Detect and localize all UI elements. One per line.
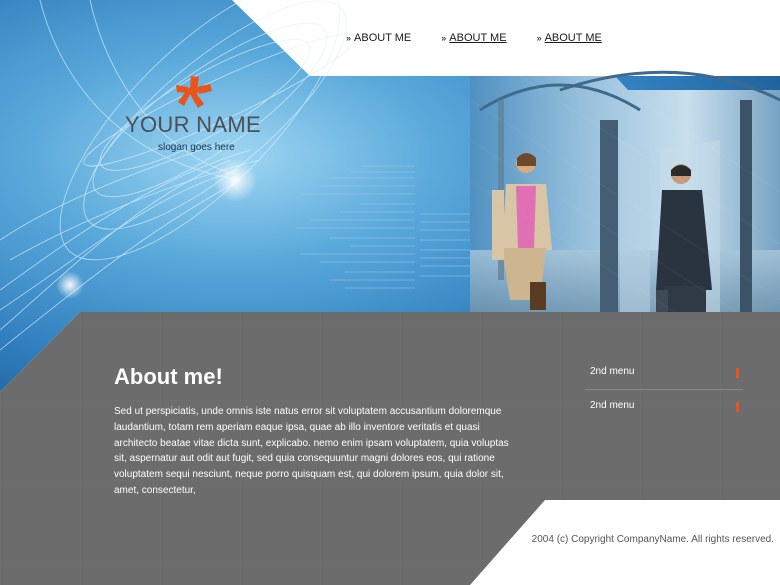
double-chevron-icon: » — [346, 33, 351, 43]
nav-link-about-me[interactable]: » ABOUT ME — [441, 31, 506, 45]
submenu-item[interactable]: 2nd menu — [585, 393, 743, 426]
page-title: About me! — [114, 364, 223, 389]
submenu-marker-icon — [736, 402, 739, 412]
double-chevron-icon: » — [536, 33, 542, 43]
asterisk-icon — [176, 76, 212, 108]
nav-link-label: ABOUT ME — [354, 32, 412, 44]
nav-link-about-me[interactable]: » ABOUT ME — [346, 31, 411, 45]
double-chevron-icon: » — [441, 33, 446, 43]
light-flare — [213, 158, 257, 202]
about-paragraph: Sed ut perspiciatis, unde omnis iste nat… — [114, 406, 509, 496]
submenu-item-label: 2nd menu — [590, 400, 635, 411]
submenu-divider — [585, 389, 743, 390]
light-flare-small — [56, 271, 84, 299]
nav-link-about-me[interactable]: » ABOUT ME — [537, 31, 602, 45]
submenu-item[interactable]: 2nd menu — [585, 359, 743, 392]
nav-link-label: ABOUT ME — [544, 32, 602, 44]
submenu-marker-icon — [736, 368, 739, 378]
submenu-item-label: 2nd menu — [590, 366, 635, 377]
logo-slogan: slogan goes here — [158, 142, 235, 153]
top-navigation: » ABOUT ME » ABOUT ME » ABOUT ME — [346, 31, 602, 45]
nav-link-label: ABOUT ME — [449, 32, 507, 44]
footer-copyright: 2004 (c) Copyright CompanyName. All righ… — [531, 534, 774, 545]
page: » ABOUT ME » ABOUT ME » ABOUT ME YOUR NA… — [0, 0, 780, 585]
logo-name: YOUR NAME — [125, 112, 261, 137]
